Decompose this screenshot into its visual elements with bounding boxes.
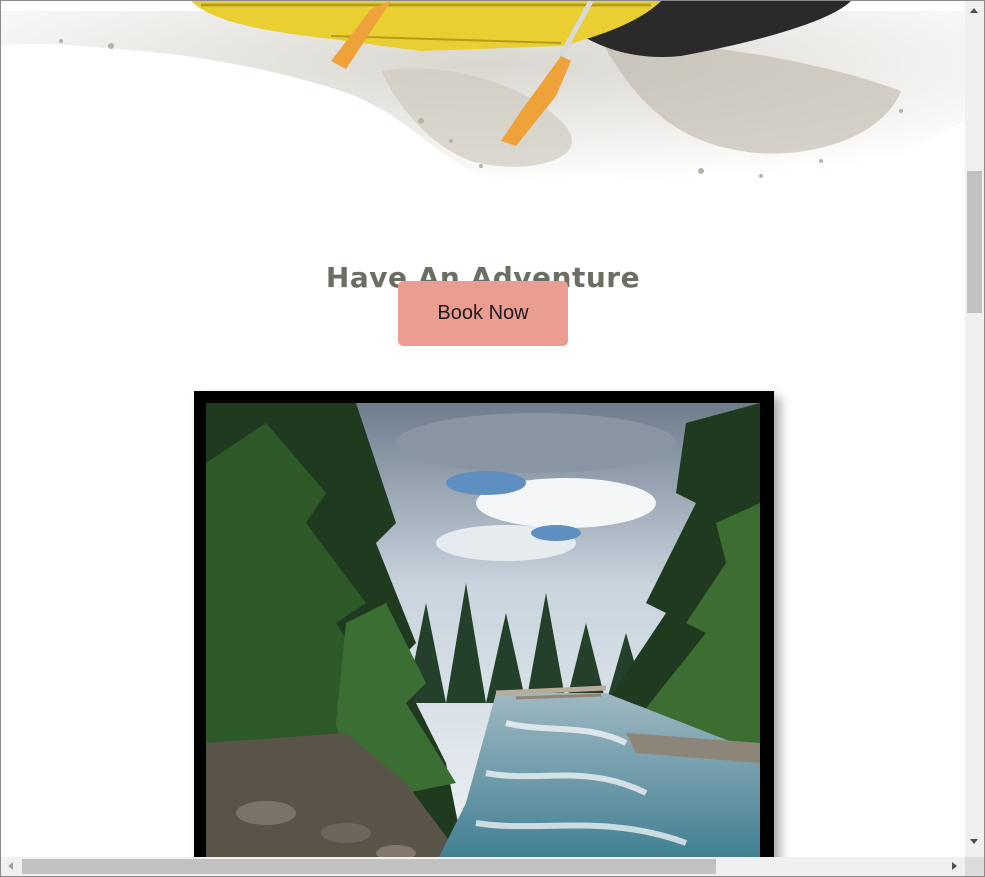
book-now-button[interactable]: Book Now (398, 281, 568, 346)
horizontal-scrollbar[interactable] (1, 857, 965, 876)
arrow-up-icon[interactable] (970, 8, 978, 13)
arrow-right-icon[interactable] (952, 862, 957, 870)
arrow-down-icon[interactable] (970, 839, 978, 844)
vertical-scroll-thumb[interactable] (967, 171, 982, 313)
page-viewport: Have An Adventure Book Now (1, 1, 965, 857)
scrollbar-corner (965, 857, 984, 876)
arrow-left-icon[interactable] (8, 862, 13, 870)
vertical-scrollbar[interactable] (965, 1, 984, 857)
photo-frame (194, 391, 774, 857)
forest-river-image (206, 403, 760, 857)
horizontal-scroll-thumb[interactable] (22, 859, 716, 874)
rafting-hero-image (1, 1, 965, 186)
